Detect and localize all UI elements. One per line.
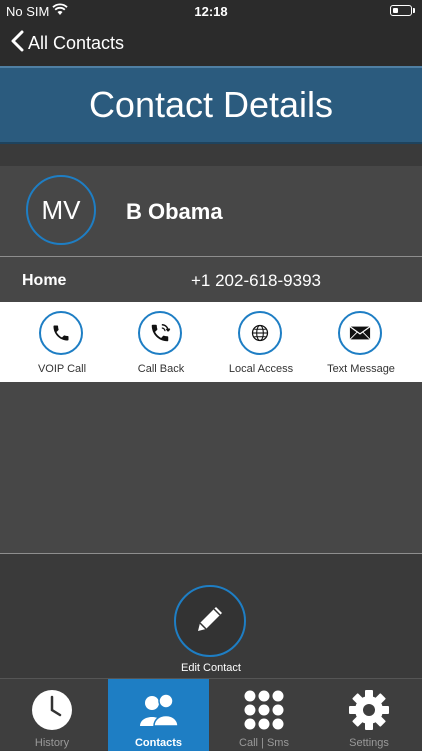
action-label: Text Message xyxy=(327,363,395,375)
gear-icon xyxy=(316,688,422,732)
clock-time: 12:18 xyxy=(194,4,228,19)
pencil-icon xyxy=(192,601,228,642)
tab-label: Settings xyxy=(349,737,389,749)
callback-icon xyxy=(138,311,182,355)
action-bar: VOIP Call Call Back Local Access Text Me… xyxy=(0,302,422,382)
action-label: Call Back xyxy=(137,363,185,375)
tab-settings[interactable]: Settings xyxy=(316,679,422,751)
edit-contact-label: Edit Contact xyxy=(181,662,241,674)
tab-label: Call | Sms xyxy=(239,737,289,749)
contact-name: B Obama xyxy=(126,199,223,224)
chevron-left-icon xyxy=(10,30,24,57)
people-icon xyxy=(108,688,209,732)
back-button[interactable]: All Contacts xyxy=(10,30,124,57)
empty-panel xyxy=(0,382,422,554)
tab-call-sms[interactable]: Call | Sms xyxy=(212,679,316,751)
action-label: Local Access xyxy=(228,363,294,375)
phone-icon xyxy=(39,311,83,355)
phone-label: Home xyxy=(22,272,67,289)
call-back-button[interactable]: Call Back xyxy=(111,302,211,382)
avatar: MV xyxy=(26,175,96,245)
voip-call-button[interactable]: VOIP Call xyxy=(12,302,112,382)
action-label: VOIP Call xyxy=(37,363,87,375)
status-bar: No SIM 12:18 xyxy=(0,0,422,22)
tab-label: History xyxy=(34,737,70,749)
tab-bar: History Contacts Call | Sms Settings xyxy=(0,678,422,751)
edit-area: Edit Contact xyxy=(0,554,422,678)
contact-header: MV B Obama xyxy=(0,166,422,257)
tab-contacts[interactable]: Contacts xyxy=(108,679,209,751)
edit-contact-button[interactable] xyxy=(174,585,246,657)
envelope-icon xyxy=(338,311,382,355)
clock-icon xyxy=(0,688,104,732)
globe-icon xyxy=(238,311,282,355)
battery-icon xyxy=(390,5,415,16)
tab-label: Contacts xyxy=(134,737,183,749)
title-banner: Contact Details xyxy=(0,66,422,144)
phone-row[interactable]: Home +1 202-618-9393 xyxy=(0,257,422,302)
spacer-band xyxy=(0,144,422,167)
page-title: Contact Details xyxy=(88,84,334,125)
navigation-bar: All Contacts xyxy=(0,22,422,66)
back-label: All Contacts xyxy=(28,33,125,53)
keypad-icon xyxy=(212,688,316,732)
local-access-button[interactable]: Local Access xyxy=(211,302,311,382)
phone-number: +1 202-618-9393 xyxy=(191,271,321,290)
text-message-button[interactable]: Text Message xyxy=(311,302,411,382)
tab-history[interactable]: History xyxy=(0,679,104,751)
